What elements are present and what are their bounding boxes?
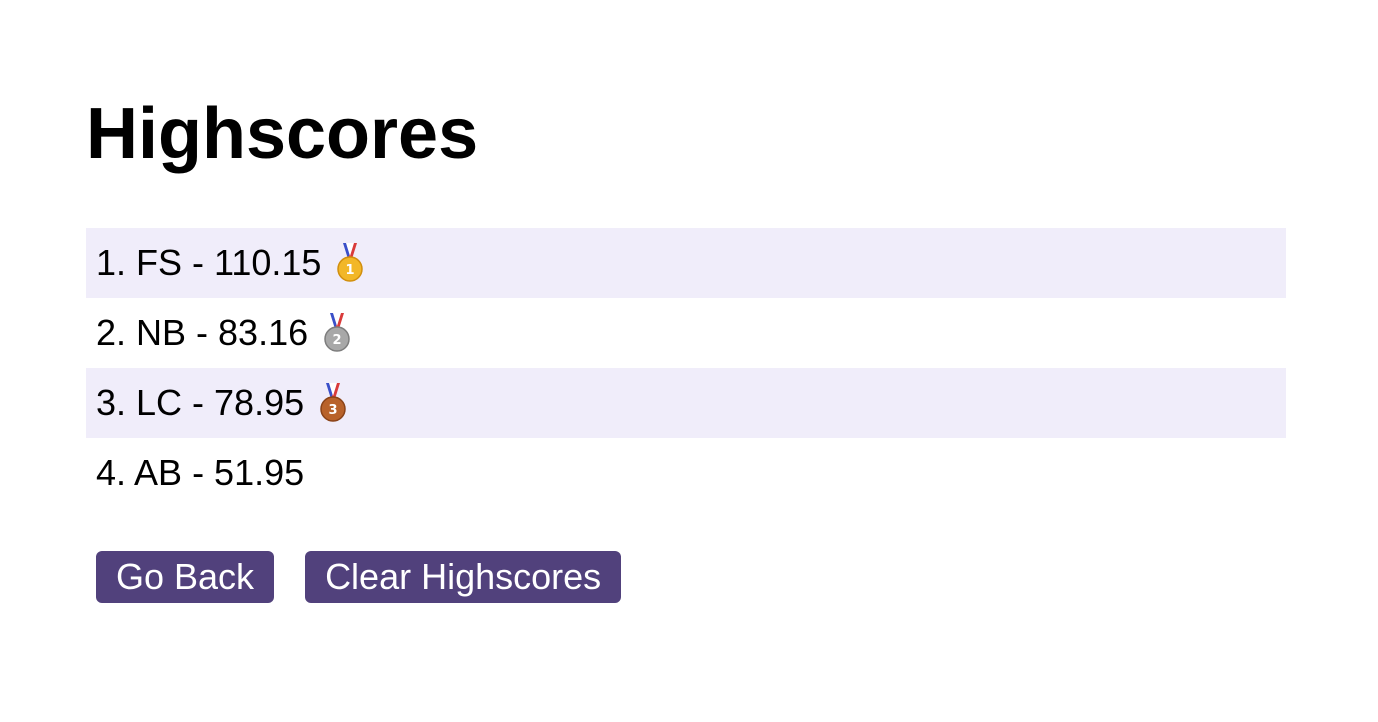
clear-highscores-button[interactable]: Clear Highscores bbox=[305, 551, 622, 603]
svg-text:2: 2 bbox=[333, 333, 342, 348]
highscore-entry-text: 2. NB - 83.16 bbox=[96, 312, 309, 353]
go-back-button[interactable]: Go Back bbox=[96, 551, 275, 603]
highscore-list: 1. FS - 110.15 1 2. NB - 83.16 2 3. LC -… bbox=[86, 228, 1286, 508]
highscore-row-3: 3. LC - 78.95 3 bbox=[86, 368, 1286, 438]
highscore-row-1: 1. FS - 110.15 1 bbox=[86, 228, 1286, 298]
page-title: Highscores bbox=[86, 94, 479, 174]
action-buttons: Go Back Clear Highscores bbox=[96, 551, 622, 603]
gold-medal-icon: 1 bbox=[335, 243, 365, 283]
highscore-row-2: 2. NB - 83.16 2 bbox=[86, 298, 1286, 368]
highscore-entry-text: 3. LC - 78.95 bbox=[96, 382, 305, 423]
highscores-page: Highscores 1. FS - 110.15 1 2. NB - 83.1… bbox=[0, 0, 1378, 722]
svg-text:1: 1 bbox=[346, 263, 355, 278]
bronze-medal-icon: 3 bbox=[318, 383, 348, 423]
highscore-entry-text: 1. FS - 110.15 bbox=[96, 242, 322, 283]
svg-text:3: 3 bbox=[329, 403, 338, 418]
highscore-row-4: 4. AB - 51.95 bbox=[86, 438, 1286, 508]
silver-medal-icon: 2 bbox=[322, 313, 352, 353]
highscore-entry-text: 4. AB - 51.95 bbox=[96, 452, 305, 493]
